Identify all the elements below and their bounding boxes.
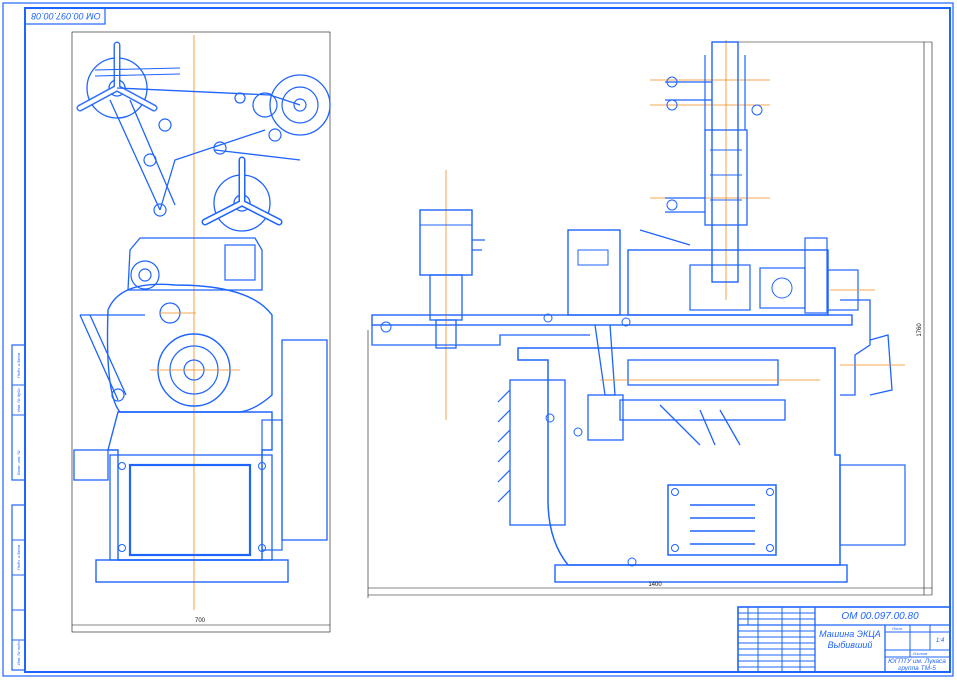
title-block-scale: 1:4	[936, 638, 945, 644]
strip-label-5: Инв. № подл.	[16, 640, 21, 665]
strip-label-3: Взам. инв. №	[16, 450, 21, 475]
spindle-motor	[419, 209, 485, 349]
dimension-right-height: 1760	[917, 42, 925, 595]
title-block-grid	[738, 607, 815, 672]
title-block-sheets-label: Листов	[912, 651, 928, 656]
dimension-right-height-text: 1760	[917, 323, 923, 337]
strip-label-4: Подп. и дата	[16, 544, 21, 570]
title-block-name-line2: Выбивший	[828, 640, 873, 650]
title-block: ОМ 00.097.00.80 Машина ЭКЦА Выбивший Лис…	[737, 606, 951, 673]
machine-body	[497, 299, 906, 583]
machine-stand	[73, 339, 328, 583]
title-block-org-line2: группа ТМ-5	[898, 665, 936, 672]
dimension-left-width: 700	[72, 618, 330, 626]
corner-code-text: ОМ 00.097.00.08	[31, 11, 101, 21]
left-signature-strip: Подп. и дата Инв. № дубл. Взам. инв. № П…	[11, 344, 26, 671]
corner-code-box: ОМ 00.097.00.08	[24, 7, 106, 25]
upper-gearbox	[567, 229, 875, 316]
upper-cam-linkage	[76, 41, 331, 232]
dimension-right-width-text: 1400	[648, 582, 662, 588]
title-block-org-line1: ЮГПТУ им. Лукаса	[888, 658, 946, 665]
strip-label-2: Инв. № дубл.	[16, 387, 21, 412]
dimension-left-width-text: 700	[195, 618, 206, 624]
left-side-view: 700	[71, 31, 331, 633]
title-block-designation: ОМ 00.097.00.80	[841, 611, 919, 622]
main-table	[371, 313, 853, 396]
title-block-name-line1: Машина ЭКЦА	[819, 629, 881, 639]
feed-column	[665, 41, 763, 283]
inner-sheet-border	[24, 7, 951, 673]
technical-drawing-sheet: ОМ 00.097.00.08 Подп. и дата Инв. № дубл…	[2, 2, 954, 677]
dimension-right-width: 1400	[368, 582, 932, 589]
drive-housing	[79, 237, 273, 413]
title-block-sheet-label: Лист	[891, 626, 903, 631]
strip-label-1: Подп. и дата	[16, 352, 21, 378]
right-front-view: 1400 1760	[367, 40, 933, 598]
